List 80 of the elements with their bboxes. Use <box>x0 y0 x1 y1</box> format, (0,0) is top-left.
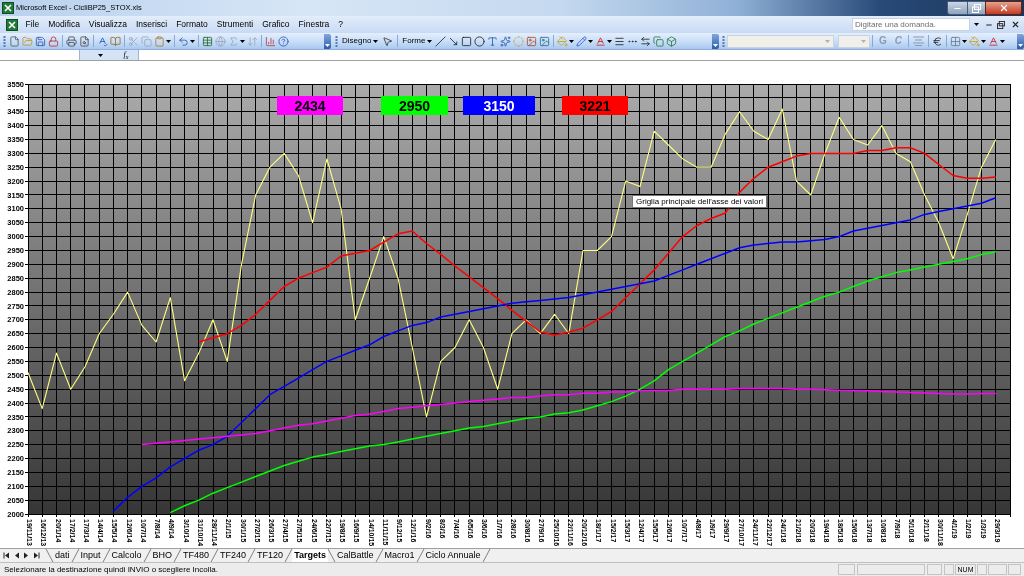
caret-icon[interactable] <box>97 53 103 57</box>
last-sheet-icon[interactable] <box>33 552 40 559</box>
status-message: Selezionare la destinazione quindi INVIO o scegliere Incolla. <box>3 565 218 574</box>
formula-field[interactable] <box>138 50 1024 60</box>
caret-icon[interactable] <box>240 39 245 43</box>
menu-item[interactable]: Visualizza <box>84 20 132 29</box>
picture-icon[interactable] <box>539 35 551 47</box>
three-lines-icon[interactable] <box>614 35 626 47</box>
grip-icon[interactable] <box>3 35 6 47</box>
double-arrow-icon[interactable] <box>640 35 652 47</box>
drawing-menu-button[interactable]: Forme <box>400 37 435 45</box>
caret-icon[interactable] <box>427 39 433 43</box>
open-book-icon[interactable] <box>110 35 121 47</box>
printer-icon[interactable] <box>66 35 77 47</box>
text-box-icon[interactable] <box>487 35 499 47</box>
pointer-icon[interactable] <box>382 35 394 47</box>
caret-icon[interactable] <box>974 23 979 26</box>
document-magnifier-icon[interactable] <box>79 35 90 47</box>
diagonal-arrow-icon[interactable] <box>448 35 460 47</box>
menu-item[interactable]: Inserisci <box>131 20 172 29</box>
value-tag: 2434 <box>277 96 343 115</box>
euro-icon[interactable] <box>932 35 943 47</box>
sheet-tab[interactable]: Targets <box>292 549 328 562</box>
dotted-ring-icon[interactable] <box>513 35 525 47</box>
menu-item[interactable]: File <box>21 20 44 29</box>
caret-icon[interactable] <box>190 39 195 43</box>
underlined-letter-icon[interactable] <box>595 35 607 47</box>
cube-icon[interactable] <box>666 35 678 47</box>
toolbar-options-button[interactable] <box>324 33 331 49</box>
caret-icon[interactable] <box>373 39 379 43</box>
menu-item[interactable]: Finestra <box>294 20 334 29</box>
question-circle-icon[interactable] <box>278 35 289 47</box>
triangle-right-icon[interactable] <box>23 552 30 559</box>
menu-item[interactable]: Formato <box>171 20 213 29</box>
sheet-tab[interactable]: Input <box>78 549 103 562</box>
caret-icon[interactable] <box>588 39 594 43</box>
spreadsheet-icon[interactable] <box>2 2 14 14</box>
caret-icon[interactable] <box>981 39 986 43</box>
menu-item[interactable]: Modifica <box>43 20 85 29</box>
menu-item[interactable]: Grafico <box>257 20 295 29</box>
toolbar-options-button[interactable] <box>1017 33 1024 49</box>
sparkle-icon[interactable] <box>500 35 512 47</box>
line-icon[interactable] <box>435 35 447 47</box>
grip-icon[interactable] <box>722 35 725 47</box>
spell-check-icon[interactable] <box>97 35 108 47</box>
underlined-letter-icon[interactable] <box>988 35 999 47</box>
padlock-icon[interactable] <box>48 35 59 47</box>
bar-chart-icon[interactable] <box>265 35 276 47</box>
rectangle-icon[interactable] <box>461 35 473 47</box>
menu-item[interactable]: Strumenti <box>212 20 258 29</box>
minimize-button[interactable] <box>947 1 968 15</box>
tooltip: Griglia principale dell'asse dei valori <box>632 195 767 208</box>
overlapping-squares-icon[interactable] <box>997 20 1005 29</box>
drawing-menu-button[interactable]: Disegno <box>340 37 381 45</box>
oval-icon[interactable] <box>474 35 486 47</box>
insert-function-button[interactable]: f$_{x}$ <box>120 50 132 60</box>
caret-icon[interactable] <box>607 39 613 43</box>
picture-icon[interactable] <box>526 35 538 47</box>
curved-arrow-icon[interactable] <box>178 35 189 47</box>
table-icon[interactable] <box>202 35 213 47</box>
caret-icon[interactable] <box>166 39 171 43</box>
help-search-field[interactable]: Digitare una domanda. <box>852 18 970 31</box>
toolbar-options-button[interactable] <box>712 33 719 49</box>
triangle-left-icon[interactable] <box>13 552 20 559</box>
caret-icon[interactable] <box>569 39 575 43</box>
value-tag: 2950 <box>381 96 448 115</box>
close-button[interactable] <box>985 1 1022 15</box>
first-sheet-icon[interactable] <box>3 552 10 559</box>
caret-icon[interactable] <box>962 39 967 43</box>
menu-item[interactable]: ? <box>333 20 348 29</box>
value-tag: 3221 <box>562 96 628 115</box>
close-icon[interactable] <box>1011 20 1020 29</box>
caret-icon[interactable] <box>1000 39 1005 43</box>
grip-icon[interactable] <box>335 35 338 47</box>
clipboard-icon[interactable] <box>154 35 165 47</box>
spreadsheet-icon[interactable] <box>6 18 18 31</box>
value-tag: 3150 <box>463 96 535 115</box>
restore-button[interactable] <box>968 1 985 15</box>
two-squares-icon[interactable] <box>653 35 665 47</box>
document-icon[interactable] <box>9 35 20 47</box>
